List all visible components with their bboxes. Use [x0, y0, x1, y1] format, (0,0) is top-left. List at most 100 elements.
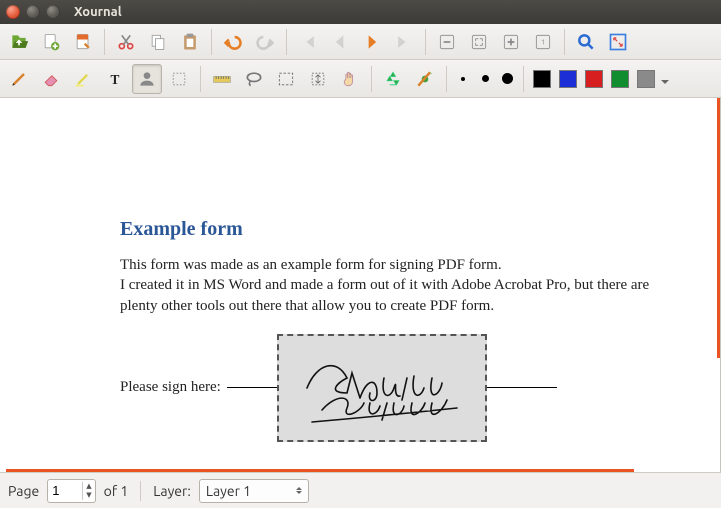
hand-tool[interactable] [335, 64, 365, 94]
color-blue[interactable] [556, 64, 580, 94]
vspace-icon [308, 69, 328, 89]
document-viewport[interactable]: Example form This form was made as an ex… [0, 98, 721, 472]
lasso-tool[interactable] [239, 64, 269, 94]
fullscreen-icon [608, 32, 628, 52]
thickness-medium[interactable] [475, 64, 495, 94]
window-minimize-button[interactable] [26, 5, 40, 19]
find-button[interactable] [571, 27, 601, 57]
signature-row: Please sign here: [120, 334, 680, 442]
layer-combo[interactable]: Layer 1 [199, 479, 309, 503]
default-settings-button[interactable] [410, 64, 440, 94]
prev-icon [330, 32, 350, 52]
last-page-button[interactable] [389, 27, 419, 57]
text-icon: T [105, 69, 125, 89]
image-tool[interactable] [132, 64, 162, 94]
pen-icon [9, 69, 29, 89]
setzoom-icon: 1 [533, 32, 553, 52]
page-spin[interactable]: ▲▼ [47, 479, 95, 503]
swatch-icon [637, 70, 655, 88]
swatch-icon [585, 70, 603, 88]
vertical-space-tool[interactable] [303, 64, 333, 94]
zoomout-icon [437, 32, 457, 52]
zoom-in-button[interactable] [496, 27, 526, 57]
color-more-dropdown[interactable] [661, 80, 669, 88]
open-icon [9, 32, 29, 52]
window-maximize-button[interactable] [46, 5, 60, 19]
zoomin-icon [501, 32, 521, 52]
fit-page-button[interactable] [464, 27, 494, 57]
undo-button[interactable] [218, 27, 248, 57]
pen-tool[interactable] [4, 64, 34, 94]
page-number-input[interactable] [48, 483, 82, 498]
page-label: Page [8, 483, 39, 499]
redo-button[interactable] [250, 27, 280, 57]
annotate-pdf-icon [73, 32, 93, 52]
scroll-indicator-right [717, 98, 720, 358]
dot-icon [461, 77, 465, 81]
prev-page-button[interactable] [325, 27, 355, 57]
next-icon [362, 32, 382, 52]
default-tool-button[interactable] [378, 64, 408, 94]
text-tool[interactable]: T [100, 64, 130, 94]
fitpage-icon [469, 32, 489, 52]
select-rect-tool[interactable] [271, 64, 301, 94]
set-zoom-button[interactable]: 1 [528, 27, 558, 57]
paste-icon [180, 32, 200, 52]
shape-tool[interactable] [164, 64, 194, 94]
annotate-pdf-button[interactable] [68, 27, 98, 57]
toolbar-tools: T [0, 60, 721, 98]
thickness-fine[interactable] [453, 64, 473, 94]
hand-icon [340, 69, 360, 89]
status-bar: Page ▲▼ of 1 Layer: Layer 1 [0, 472, 721, 508]
zoom-out-button[interactable] [432, 27, 462, 57]
svg-text:1: 1 [541, 38, 545, 46]
swatch-icon [611, 70, 629, 88]
swatch-icon [559, 70, 577, 88]
color-gray[interactable] [634, 64, 658, 94]
eraser-tool[interactable] [36, 64, 66, 94]
signature-line-left [227, 387, 277, 388]
cut-icon [116, 32, 136, 52]
signature-image-selection[interactable] [277, 334, 487, 442]
first-page-button[interactable] [293, 27, 323, 57]
signature-line-right [487, 387, 557, 388]
next-page-button[interactable] [357, 27, 387, 57]
new-button[interactable] [36, 27, 66, 57]
page-spin-down[interactable]: ▼ [83, 491, 94, 500]
color-black[interactable] [530, 64, 554, 94]
undo-icon [223, 32, 243, 52]
document-content: Example form This form was made as an ex… [120, 218, 680, 442]
copy-button[interactable] [143, 27, 173, 57]
window-close-button[interactable] [6, 5, 20, 19]
fullscreen-button[interactable] [603, 27, 633, 57]
image-icon [137, 69, 157, 89]
svg-text:T: T [111, 72, 120, 87]
sign-here-label: Please sign here: [120, 379, 221, 396]
cut-button[interactable] [111, 27, 141, 57]
gear-icon [415, 69, 435, 89]
highlighter-icon [73, 69, 93, 89]
signature-script-icon [292, 348, 472, 428]
paste-button[interactable] [175, 27, 205, 57]
last-icon [394, 32, 414, 52]
title-bar: Xournal [0, 0, 721, 24]
redo-icon [255, 32, 275, 52]
open-button[interactable] [4, 27, 34, 57]
document-paragraph: This form was made as an example form fo… [120, 255, 680, 316]
document-title: Example form [120, 218, 680, 241]
layer-combo-value: Layer 1 [206, 483, 251, 499]
highlighter-tool[interactable] [68, 64, 98, 94]
toolbar-main: 1 [0, 24, 721, 60]
color-red[interactable] [582, 64, 606, 94]
dot-icon [482, 75, 489, 82]
page-of-label: of 1 [104, 483, 129, 499]
swatch-icon [533, 70, 551, 88]
new-icon [41, 32, 61, 52]
page-spin-up[interactable]: ▲ [83, 482, 94, 491]
color-green[interactable] [608, 64, 632, 94]
scroll-indicator-bottom [6, 469, 634, 472]
thickness-thick[interactable] [497, 64, 517, 94]
first-icon [298, 32, 318, 52]
ruler-tool[interactable] [207, 64, 237, 94]
selectrect-icon [276, 69, 296, 89]
